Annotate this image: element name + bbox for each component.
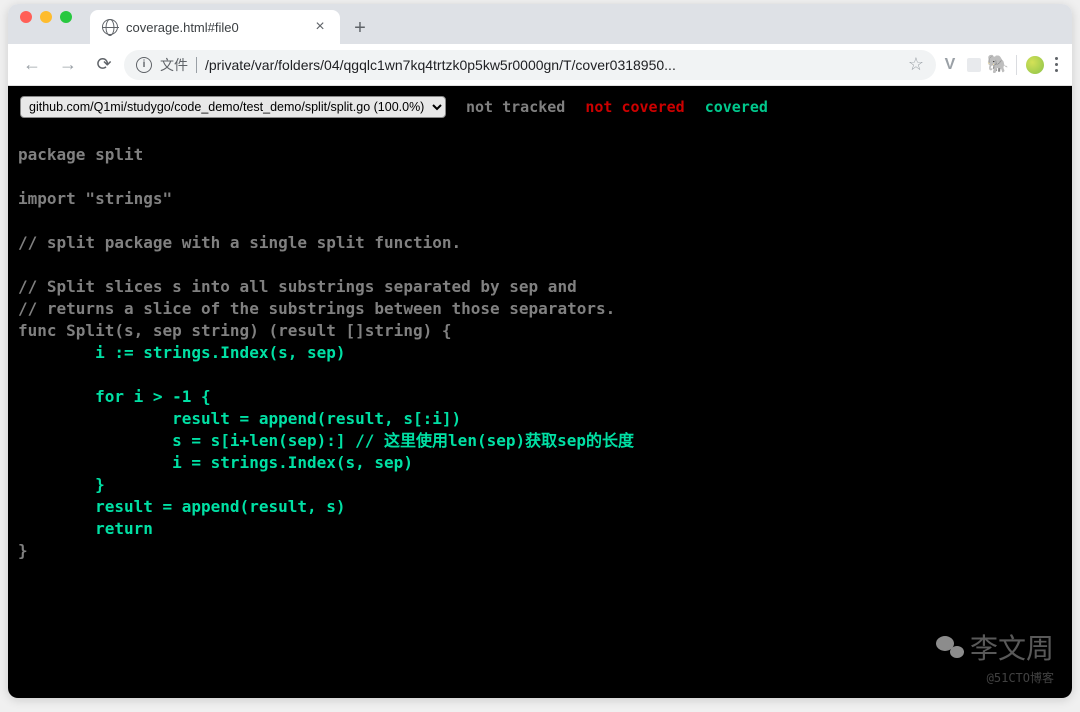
new-tab-button[interactable]: + — [346, 14, 374, 42]
url-scheme: 文件 — [160, 55, 188, 75]
watermark: 李文周 @51CTO博客 — [936, 627, 1054, 686]
window-controls — [20, 4, 72, 44]
code-line: // split package with a single split fun… — [18, 233, 461, 252]
file-select[interactable]: github.com/Q1mi/studygo/code_demo/test_d… — [20, 96, 446, 118]
extension-separator — [1016, 55, 1017, 75]
extension-v-icon[interactable]: V — [940, 55, 960, 75]
info-icon[interactable]: i — [136, 57, 152, 73]
url-field[interactable]: i 文件 /private/var/folders/04/qgqlc1wn7kq… — [124, 50, 936, 80]
forward-button[interactable]: → — [52, 49, 84, 81]
legend-covered: covered — [705, 98, 768, 116]
code-line: // returns a slice of the substrings bet… — [18, 299, 615, 318]
code-line: package split — [18, 145, 143, 164]
watermark-sub: @51CTO博客 — [936, 669, 1054, 686]
tab-title: coverage.html#file0 — [126, 20, 304, 35]
code-line: } — [18, 541, 28, 560]
url-path: /private/var/folders/04/qgqlc1wn7kq4trtz… — [205, 57, 900, 73]
url-divider — [196, 57, 197, 73]
code-line-covered: result = append(result, s[:i]) — [18, 409, 461, 428]
source-code: package split import "strings" // split … — [8, 128, 1072, 578]
wechat-icon — [936, 636, 964, 658]
coverage-topnav: github.com/Q1mi/studygo/code_demo/test_d… — [8, 86, 1072, 128]
code-line-covered: } — [18, 475, 105, 494]
close-tab-button[interactable]: × — [312, 18, 328, 36]
code-line: import "strings" — [18, 189, 172, 208]
browser-menu-button[interactable] — [1049, 57, 1064, 72]
code-line-covered: result = append(result, s) — [18, 497, 346, 516]
code-line-covered: i := strings.Index(s, sep) — [18, 343, 346, 362]
minimize-window-button[interactable] — [40, 11, 52, 23]
profile-icon[interactable] — [1025, 55, 1045, 75]
browser-window: coverage.html#file0 × + ← → ⟳ i 文件 /priv… — [8, 4, 1072, 698]
legend-not-tracked: not tracked — [466, 98, 565, 116]
code-line-covered: s = s[i+len(sep):] // 这里使用len(sep)获取sep的… — [18, 431, 634, 450]
globe-icon — [102, 19, 118, 35]
watermark-name: 李文周 — [970, 627, 1054, 667]
maximize-window-button[interactable] — [60, 11, 72, 23]
code-line-covered: i = strings.Index(s, sep) — [18, 453, 413, 472]
tab-bar: coverage.html#file0 × + — [8, 4, 1072, 44]
reload-button[interactable]: ⟳ — [88, 49, 120, 81]
extension-square-icon[interactable] — [964, 55, 984, 75]
bookmark-star-icon[interactable]: ☆ — [908, 54, 924, 75]
code-line-covered: for i > -1 { — [18, 387, 211, 406]
page-content: github.com/Q1mi/studygo/code_demo/test_d… — [8, 86, 1072, 698]
legend-not-covered: not covered — [585, 98, 684, 116]
evernote-extension-icon[interactable]: 🐘 — [988, 55, 1008, 75]
code-line: // Split slices s into all substrings se… — [18, 277, 577, 296]
address-bar: ← → ⟳ i 文件 /private/var/folders/04/qgqlc… — [8, 44, 1072, 86]
code-line-covered: return — [18, 519, 153, 538]
close-window-button[interactable] — [20, 11, 32, 23]
back-button[interactable]: ← — [16, 49, 48, 81]
browser-tab[interactable]: coverage.html#file0 × — [90, 10, 340, 44]
code-line: func Split(s, sep string) (result []stri… — [18, 321, 451, 340]
